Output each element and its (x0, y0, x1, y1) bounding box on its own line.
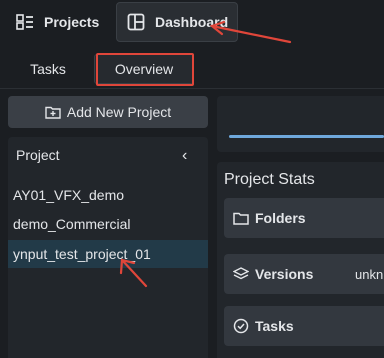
tab-bar: Tasks Overview (0, 52, 384, 88)
add-new-project-label: Add New Project (66, 104, 172, 120)
project-row[interactable]: AY01_VFX_demo (8, 181, 208, 209)
stat-row-folders[interactable]: Folders (224, 198, 384, 238)
tab-tasks[interactable]: Tasks (14, 54, 82, 84)
stat-value: unkn (355, 266, 384, 282)
project-row[interactable]: demo_Commercial (8, 210, 208, 238)
stat-label: Folders (255, 210, 306, 226)
project-name: ynput_test_project_01 (13, 246, 151, 262)
tab-overview[interactable]: Overview (94, 54, 194, 84)
check-circle-icon (233, 318, 249, 334)
stat-label: Versions (255, 266, 314, 282)
project-list-header: Project (16, 147, 60, 163)
folder-plus-icon (45, 106, 61, 119)
dashboard-nav-label: Dashboard (155, 14, 229, 30)
projects-nav-button[interactable]: Projects (10, 2, 110, 42)
tab-divider (0, 88, 384, 89)
progress-bar (229, 135, 384, 138)
add-new-project-button[interactable]: Add New Project (8, 96, 208, 128)
stat-label: Tasks (255, 318, 294, 334)
project-name: AY01_VFX_demo (13, 187, 125, 203)
dashboard-icon (127, 13, 145, 31)
projects-list-icon (16, 14, 33, 30)
stat-row-versions[interactable]: Versions unkn (224, 254, 384, 294)
project-stats-panel: Project Stats Folders Versions unkn Task… (217, 162, 384, 358)
dashboard-nav-button[interactable]: Dashboard (116, 2, 238, 42)
projects-nav-label: Projects (44, 14, 100, 30)
layers-icon (233, 267, 249, 280)
overview-progress-card (217, 96, 384, 152)
project-list-panel: Project ‹ AY01_VFX_demo demo_Commercial … (8, 137, 208, 358)
project-name: demo_Commercial (13, 216, 131, 232)
project-row-selected[interactable]: ynput_test_project_01 (8, 240, 208, 268)
top-navigation: Projects Dashboard (0, 0, 384, 46)
stat-row-tasks[interactable]: Tasks (224, 306, 384, 346)
folder-icon (233, 212, 249, 225)
project-stats-title: Project Stats (224, 171, 315, 188)
collapse-sidebar-icon[interactable]: ‹ (182, 147, 196, 165)
